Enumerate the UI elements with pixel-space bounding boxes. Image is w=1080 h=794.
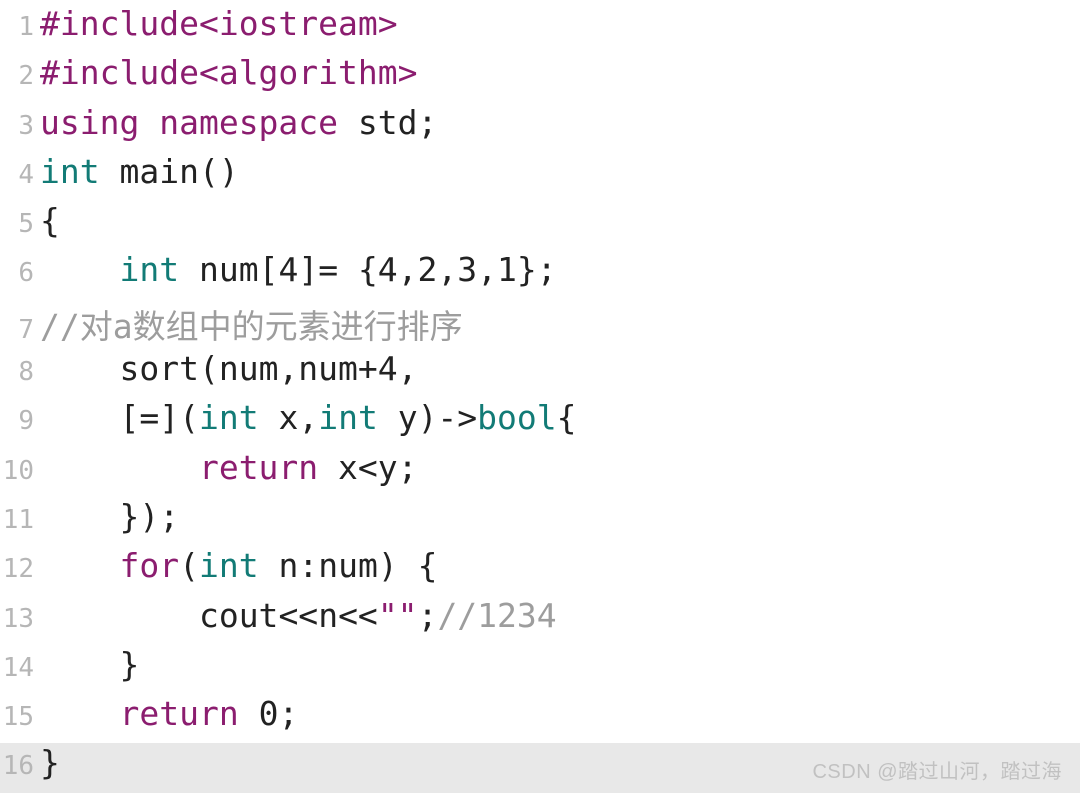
line-number: 6 xyxy=(0,258,40,288)
code-line: 8 sort(num,num+4, xyxy=(0,349,1080,398)
line-number: 9 xyxy=(0,406,40,436)
line-number: 16 xyxy=(0,751,40,781)
code-line-highlighted: 16 } xyxy=(0,743,1080,792)
code-line: 7 //对a数组中的元素进行排序 xyxy=(0,300,1080,349)
code-line: 6 int num[4]= {4,2,3,1}; xyxy=(0,250,1080,299)
code-content: int num[4]= {4,2,3,1}; xyxy=(40,250,1080,289)
line-number: 10 xyxy=(0,456,40,486)
line-number: 4 xyxy=(0,160,40,190)
code-line: 4 int main() xyxy=(0,152,1080,201)
line-number: 8 xyxy=(0,357,40,387)
code-content: { xyxy=(40,201,1080,240)
code-content: } xyxy=(40,645,1080,684)
code-content: //对a数组中的元素进行排序 xyxy=(40,300,1080,348)
code-line: 13 cout<<n<<"";//1234 xyxy=(0,596,1080,645)
code-content: int main() xyxy=(40,152,1080,191)
code-line: 5 { xyxy=(0,201,1080,250)
line-number: 1 xyxy=(0,12,40,42)
code-line: 15 return 0; xyxy=(0,694,1080,743)
code-content: for(int n:num) { xyxy=(40,546,1080,585)
code-content: sort(num,num+4, xyxy=(40,349,1080,388)
line-number: 13 xyxy=(0,604,40,634)
code-content: #include<algorithm> xyxy=(40,53,1080,92)
line-number: 15 xyxy=(0,702,40,732)
code-line: 9 [=](int x,int y)->bool{ xyxy=(0,398,1080,447)
code-content: [=](int x,int y)->bool{ xyxy=(40,398,1080,437)
code-line: 3 using namespace std; xyxy=(0,103,1080,152)
code-content: } xyxy=(40,743,1080,782)
line-number: 12 xyxy=(0,554,40,584)
code-line: 10 return x<y; xyxy=(0,448,1080,497)
code-content: using namespace std; xyxy=(40,103,1080,142)
code-line: 12 for(int n:num) { xyxy=(0,546,1080,595)
code-content: }); xyxy=(40,497,1080,536)
code-content: return 0; xyxy=(40,694,1080,733)
code-line: 2 #include<algorithm> xyxy=(0,53,1080,102)
line-number: 2 xyxy=(0,61,40,91)
line-number: 11 xyxy=(0,505,40,535)
code-content: #include<iostream> xyxy=(40,4,1080,43)
line-number: 14 xyxy=(0,653,40,683)
line-number: 7 xyxy=(0,315,40,345)
line-number: 3 xyxy=(0,111,40,141)
code-line: 1 #include<iostream> xyxy=(0,4,1080,53)
code-content: return x<y; xyxy=(40,448,1080,487)
code-editor: 1 #include<iostream> 2 #include<algorith… xyxy=(0,0,1080,793)
code-content: cout<<n<<"";//1234 xyxy=(40,596,1080,635)
code-line: 14 } xyxy=(0,645,1080,694)
line-number: 5 xyxy=(0,209,40,239)
code-line: 11 }); xyxy=(0,497,1080,546)
